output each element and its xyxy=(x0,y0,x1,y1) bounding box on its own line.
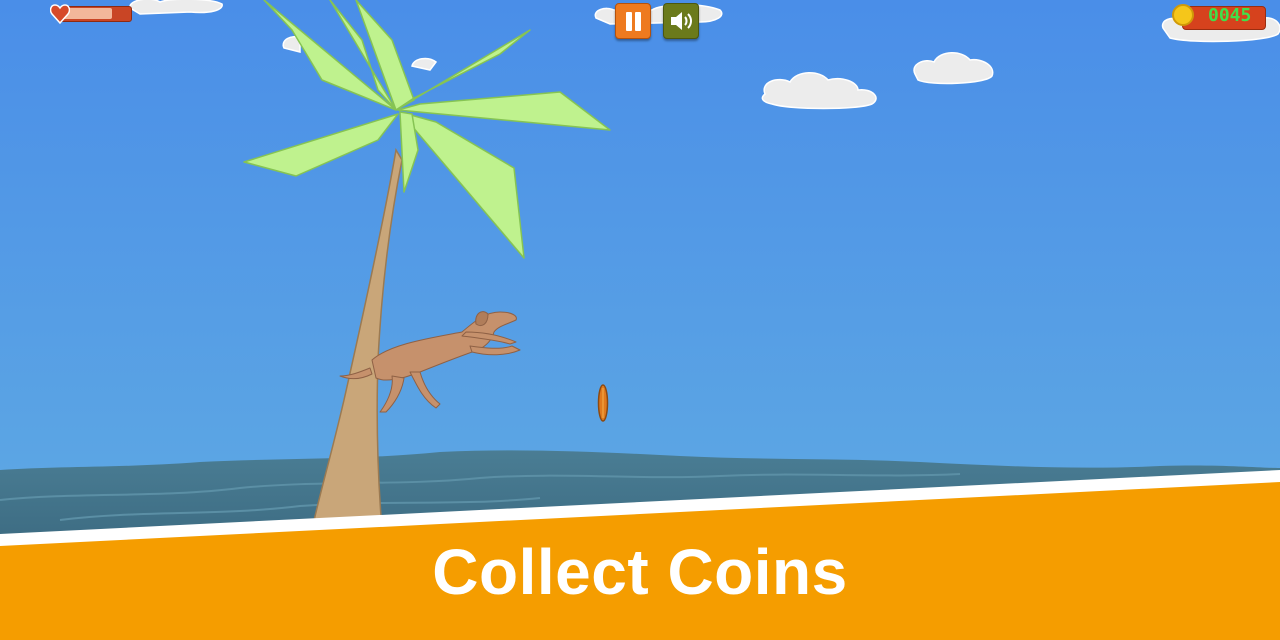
coin-count: 0045 xyxy=(1208,5,1252,26)
coin-counter: 0045 xyxy=(1172,4,1266,30)
speaker-icon xyxy=(671,12,692,30)
banner-title: Collect Coins xyxy=(432,536,848,608)
heart-icon xyxy=(50,4,70,25)
health-bar xyxy=(50,3,132,25)
sound-button[interactable] xyxy=(663,3,699,39)
pause-button[interactable] xyxy=(615,3,651,39)
pause-icon xyxy=(626,12,632,31)
coin-pickup xyxy=(597,384,609,422)
coin-icon xyxy=(1172,4,1194,26)
game-screen: 0045 Collect Coins xyxy=(0,0,1280,640)
